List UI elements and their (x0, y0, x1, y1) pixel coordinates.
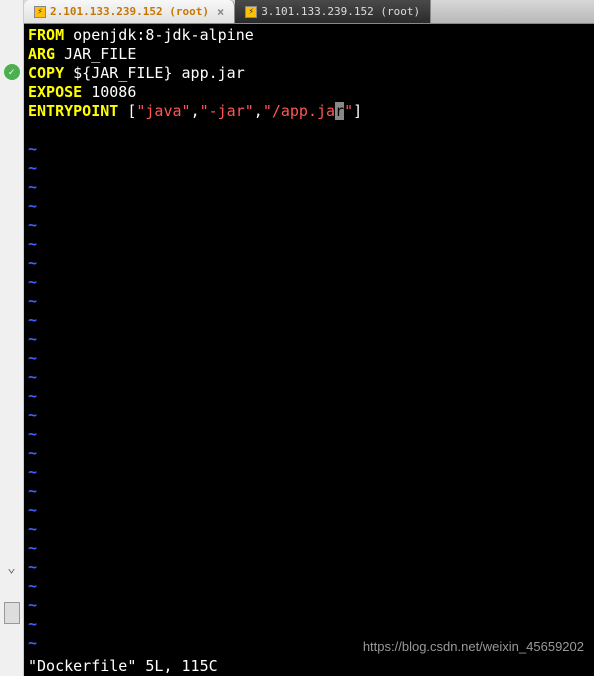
code-line: ARG JAR_FILE (28, 45, 590, 64)
code-line: ENTRYPOINT ["java","-jar","/app.jar"] (28, 102, 590, 121)
vim-tilde: ~ (28, 425, 590, 444)
vim-tilde: ~ (28, 406, 590, 425)
left-gutter: ✓ ⌄ (0, 0, 24, 676)
tab-bar: ⚡ 2. 101.133.239.152 (root) × ⚡ 3. 101.1… (24, 0, 594, 24)
vim-tilde: ~ (28, 539, 590, 558)
vim-status-line: "Dockerfile" 5L, 115C (28, 657, 218, 676)
vim-tilde: ~ (28, 387, 590, 406)
vim-tilde: ~ (28, 140, 590, 159)
lightning-icon: ⚡ (34, 6, 46, 18)
vim-tilde: ~ (28, 501, 590, 520)
vim-tilde: ~ (28, 368, 590, 387)
code-line: COPY ${JAR_FILE} app.jar (28, 64, 590, 83)
vim-tilde: ~ (28, 254, 590, 273)
vim-tilde: ~ (28, 577, 590, 596)
tab-label: 101.133.239.152 (root) (63, 5, 209, 18)
vim-tilde: ~ (28, 330, 590, 349)
watermark-text: https://blog.csdn.net/weixin_45659202 (363, 637, 584, 656)
vim-tilde: ~ (28, 444, 590, 463)
tab-label: 101.133.239.152 (root) (274, 5, 420, 18)
tab-active[interactable]: ⚡ 2. 101.133.239.152 (root) × (24, 0, 235, 23)
check-icon: ✓ (4, 64, 20, 80)
tab-index: 3. (261, 5, 274, 18)
vim-tilde: ~ (28, 235, 590, 254)
main-area: ⚡ 2. 101.133.239.152 (root) × ⚡ 3. 101.1… (24, 0, 594, 676)
vim-tilde: ~ (28, 197, 590, 216)
empty-line (28, 121, 590, 140)
code-line: FROM openjdk:8-jdk-alpine (28, 26, 590, 45)
vim-tilde: ~ (28, 216, 590, 235)
vim-tilde: ~ (28, 520, 590, 539)
tab-index: 2. (50, 5, 63, 18)
vim-tilde: ~ (28, 292, 590, 311)
vim-tilde: ~ (28, 615, 590, 634)
code-line: EXPOSE 10086 (28, 83, 590, 102)
chevron-down-icon[interactable]: ⌄ (7, 560, 15, 576)
lightning-icon: ⚡ (245, 6, 257, 18)
tab-inactive[interactable]: ⚡ 3. 101.133.239.152 (root) (235, 0, 431, 23)
terminal-editor[interactable]: FROM openjdk:8-jdk-alpine ARG JAR_FILE C… (24, 24, 594, 676)
vim-tilde: ~ (28, 596, 590, 615)
vim-tilde: ~ (28, 463, 590, 482)
marker-icon (4, 602, 20, 624)
vim-tilde: ~ (28, 558, 590, 577)
vim-tilde: ~ (28, 159, 590, 178)
close-icon[interactable]: × (217, 5, 224, 19)
vim-tilde: ~ (28, 178, 590, 197)
vim-tilde: ~ (28, 311, 590, 330)
text-cursor: r (335, 102, 344, 120)
vim-tilde: ~ (28, 273, 590, 292)
app-container: ✓ ⌄ ⚡ 2. 101.133.239.152 (root) × ⚡ 3. 1… (0, 0, 594, 676)
vim-tilde: ~ (28, 482, 590, 501)
vim-tilde: ~ (28, 349, 590, 368)
